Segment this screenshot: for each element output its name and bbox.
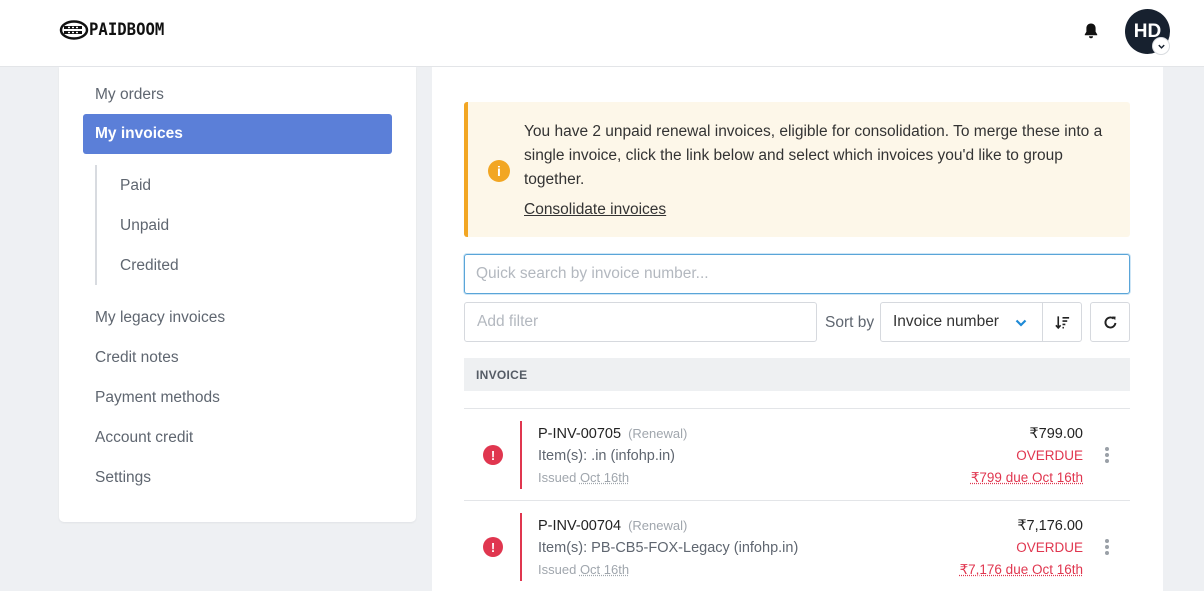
sidebar-item-label: My legacy invoices [95, 309, 226, 326]
due-text: ₹7,176 due Oct 16th [959, 562, 1083, 577]
sort-field-select[interactable]: Invoice number [880, 302, 1043, 342]
issued-date: Oct 16th [579, 470, 630, 485]
sidebar-item-my-legacy-invoices[interactable]: My legacy invoices [83, 298, 392, 338]
sidebar-item-settings[interactable]: Settings [83, 458, 392, 498]
sidebar-subitem-label: Unpaid [120, 217, 170, 234]
refresh-button[interactable] [1090, 302, 1130, 342]
sort-field-value: Invoice number [893, 313, 999, 330]
invoice-items: Item(s): PB-CB5-FOX-Legacy (infohp.in) [538, 540, 799, 556]
status-badge: OVERDUE [1016, 448, 1083, 463]
sidebar-subitem-unpaid[interactable]: Unpaid [120, 206, 169, 246]
chevron-down-icon[interactable] [1153, 38, 1169, 54]
sidebar-subitem-paid[interactable]: Paid [120, 166, 151, 206]
logo-text: PAIDBOOM [89, 20, 165, 40]
sidebar-item-my-orders[interactable]: My orders [83, 75, 392, 115]
invoice-type-tag: (Renewal) [628, 518, 688, 533]
invoice-number-text: P-INV-00704 [538, 518, 622, 534]
sidebar: My orders My invoices Paid Unpaid Credit… [59, 67, 416, 522]
status-badge: OVERDUE [1016, 540, 1083, 555]
invoice-search-input[interactable] [464, 254, 1130, 294]
invoice-table-header: INVOICE [464, 358, 1130, 391]
sort-by-label: Sort by [825, 314, 875, 331]
sidebar-item-credit-notes[interactable]: Credit notes [83, 338, 392, 378]
refresh-icon [1104, 315, 1116, 328]
top-bar: PAIDBOOM HD [0, 0, 1204, 67]
info-icon: i [488, 160, 510, 182]
invoice-number: P-INV-00705 (Renewal) [538, 426, 687, 442]
sidebar-subitem-credited[interactable]: Credited [120, 246, 179, 286]
sort-direction-button[interactable] [1042, 302, 1082, 342]
status-bar [520, 513, 522, 581]
invoice-row[interactable]: ! P-INV-00704 (Renewal) Item(s): PB-CB5-… [464, 500, 1130, 591]
invoice-issued: Issued Oct 16th [538, 562, 629, 577]
sidebar-item-label: Settings [95, 469, 152, 486]
invoice-number: P-INV-00704 (Renewal) [538, 518, 687, 534]
due-text: ₹799 due Oct 16th [970, 470, 1083, 485]
invoice-items: Item(s): .in (infohp.in) [538, 448, 675, 464]
invoice-row[interactable]: ! P-INV-00705 (Renewal) Item(s): .in (in… [464, 408, 1130, 500]
column-header-invoice: INVOICE [476, 367, 528, 382]
issued-date: Oct 16th [579, 562, 630, 577]
sort-descending-icon [1054, 315, 1069, 329]
logo-mark-icon [59, 20, 89, 40]
issued-prefix: Issued [538, 470, 577, 485]
sidebar-subitem-label: Credited [120, 257, 179, 274]
issued-prefix: Issued [538, 562, 577, 577]
paidboom-logo[interactable]: PAIDBOOM [59, 20, 171, 40]
invoice-type-tag: (Renewal) [628, 426, 688, 441]
invoice-issued: Issued Oct 16th [538, 470, 629, 485]
sidebar-item-payment-methods[interactable]: Payment methods [83, 378, 392, 418]
more-options-icon[interactable] [1104, 539, 1110, 557]
invoice-amount: ₹7,176.00 [1017, 518, 1083, 534]
sidebar-item-account-credit[interactable]: Account credit [83, 418, 392, 458]
chevron-down-icon [1015, 319, 1027, 327]
invoice-amount: ₹799.00 [1029, 426, 1083, 442]
sidebar-item-my-invoices[interactable]: My invoices [83, 114, 392, 154]
main-panel: i You have 2 unpaid renewal invoices, el… [432, 67, 1163, 591]
add-filter-input[interactable] [464, 302, 817, 342]
alert-message: You have 2 unpaid renewal invoices, elig… [524, 123, 1103, 188]
subnav-divider [95, 165, 97, 285]
sidebar-subitem-label: Paid [120, 177, 152, 194]
notification-bell-icon[interactable] [1081, 21, 1101, 41]
status-bar [520, 421, 522, 489]
sidebar-item-label: Account credit [95, 429, 194, 446]
more-options-icon[interactable] [1104, 447, 1110, 465]
alert-circle-icon: ! [483, 537, 503, 557]
consolidation-alert: i You have 2 unpaid renewal invoices, el… [464, 102, 1130, 237]
sidebar-item-label: Credit notes [95, 349, 179, 366]
sidebar-item-label: Payment methods [95, 389, 220, 406]
invoice-number-text: P-INV-00705 [538, 426, 622, 442]
sidebar-item-label: My invoices [95, 125, 183, 142]
alert-circle-icon: ! [483, 445, 503, 465]
sidebar-item-label: My orders [95, 86, 164, 103]
consolidate-invoices-link[interactable]: Consolidate invoices [524, 201, 666, 219]
